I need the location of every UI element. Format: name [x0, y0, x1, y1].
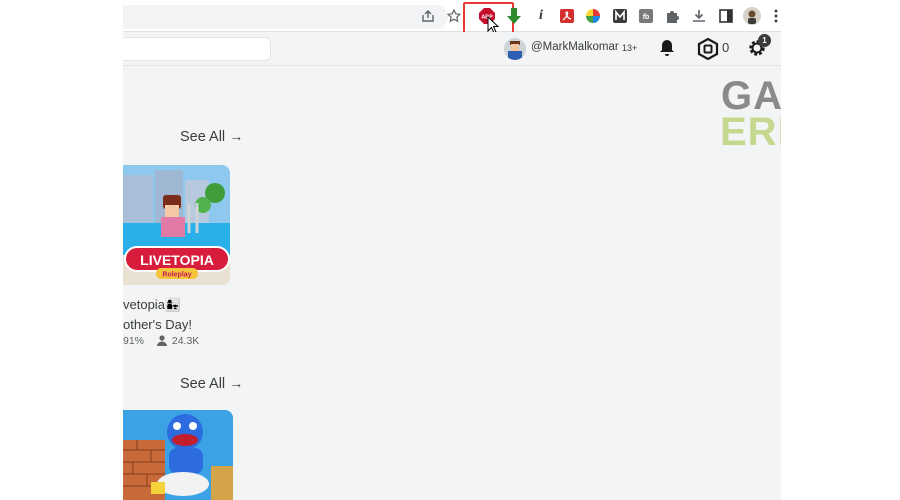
profile-icon[interactable]	[743, 7, 761, 25]
robux-balance: 0	[722, 40, 730, 55]
rating-value: 91%	[123, 335, 145, 347]
kebab-menu-icon[interactable]	[773, 9, 779, 23]
arrow-right-icon: →	[229, 375, 244, 391]
see-all-label: See All	[180, 376, 226, 392]
info-icon[interactable]: i	[533, 8, 549, 24]
game-title-line1[interactable]: vetopia👩‍👧	[123, 297, 181, 313]
sidepanel-icon[interactable]	[718, 8, 734, 24]
game-sublogo-text: Roleplay	[162, 272, 191, 279]
browser-toolbar: ABP i fb	[123, 0, 781, 38]
see-all-label: See All	[180, 129, 226, 145]
download-arrow-icon[interactable]	[506, 8, 522, 24]
browser-viewport: ABP i fb @MarkMalkomar 13+ 0 1 See All →…	[123, 0, 781, 500]
site-header: @MarkMalkomar 13+ 0 1	[123, 32, 781, 66]
notification-badge: 1	[758, 34, 771, 47]
age-badge: 13+	[622, 43, 638, 53]
game-logo-text: LIVETOPIA	[140, 252, 214, 268]
svg-text:fb: fb	[643, 14, 650, 21]
arrow-right-icon: →	[229, 128, 244, 144]
pdf-icon[interactable]	[559, 8, 575, 24]
game-thumbnail-huggy[interactable]	[123, 410, 233, 500]
download-icon[interactable]	[691, 8, 707, 24]
username[interactable]: @MarkMalkomar	[531, 41, 619, 53]
puzzle-icon[interactable]	[664, 8, 680, 24]
game-stats: 91% 24.3K	[123, 335, 199, 349]
avatar[interactable]	[504, 38, 526, 60]
address-bar[interactable]	[123, 5, 448, 29]
robux-icon[interactable]	[697, 37, 719, 65]
game-thumbnail-livetopia[interactable]: LIVETOPIA Roleplay	[123, 165, 230, 285]
fb-extension-icon[interactable]: fb	[638, 8, 654, 24]
game-title-line2[interactable]: other's Day!	[123, 317, 192, 332]
player-icon	[156, 335, 167, 349]
see-all-link[interactable]: See All →	[180, 128, 243, 145]
share-icon[interactable]	[420, 8, 436, 24]
color-wheel-icon[interactable]	[585, 8, 601, 24]
watermark-errors: ERRORS	[720, 110, 781, 154]
bell-icon[interactable]	[657, 38, 677, 63]
search-input[interactable]	[123, 37, 271, 61]
see-all-link[interactable]: See All →	[180, 375, 243, 392]
m-extension-icon[interactable]	[612, 8, 628, 24]
star-icon[interactable]	[446, 8, 462, 24]
player-count: 24.3K	[171, 335, 200, 347]
